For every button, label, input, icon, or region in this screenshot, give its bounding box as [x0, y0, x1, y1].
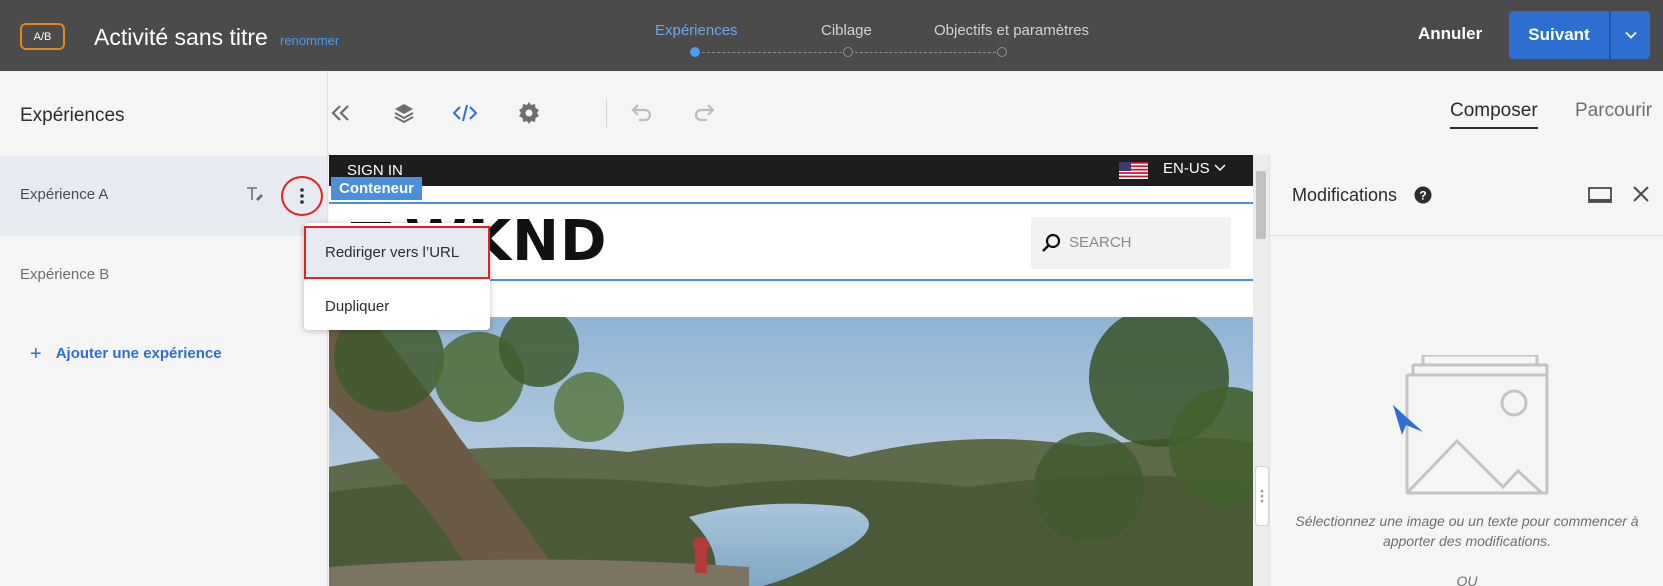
- site-utility-bar: SIGN IN EN-US: [329, 155, 1253, 186]
- drag-handle-icon: [1260, 489, 1264, 503]
- site-search-box[interactable]: SEARCH: [1031, 217, 1231, 269]
- svg-text:?: ?: [1419, 189, 1426, 203]
- experiences-panel: Expériences Expérience A Expérience B + A…: [0, 71, 328, 586]
- chevron-down-icon: [1624, 31, 1637, 39]
- layers-icon[interactable]: [392, 101, 416, 125]
- panel-resize-handle[interactable]: [1255, 466, 1269, 526]
- tab-browse[interactable]: Parcourir: [1575, 100, 1652, 122]
- modifications-title: Modifications: [1292, 185, 1398, 205]
- experience-options-menu: Rediriger vers l’URL Dupliquer: [304, 223, 490, 330]
- container-tag: Conteneur: [331, 177, 422, 200]
- cancel-button[interactable]: Annuler: [1418, 24, 1482, 44]
- step-dot-experiences: [690, 47, 700, 57]
- code-icon[interactable]: [453, 101, 477, 125]
- menu-item-redirect-url[interactable]: Rediriger vers l’URL: [304, 226, 490, 279]
- settings-icon[interactable]: [517, 101, 541, 125]
- collapse-icon[interactable]: [329, 101, 353, 125]
- empty-state-hint: Sélectionnez une image ou un texte pour …: [1295, 513, 1639, 549]
- step-dot-targeting: [843, 47, 853, 57]
- empty-state-illustration: [1393, 355, 1549, 495]
- experience-label: Expérience B: [20, 266, 110, 283]
- search-icon: [1042, 233, 1061, 252]
- rename-link[interactable]: renommer: [280, 33, 339, 48]
- next-button[interactable]: Suivant: [1509, 11, 1609, 59]
- top-bar: A/B Activité sans titre renommer Expérie…: [0, 0, 1663, 71]
- chevron-down-icon: [1214, 164, 1226, 172]
- step-connector: [702, 52, 842, 53]
- help-icon[interactable]: ?: [1414, 186, 1432, 204]
- hero-image[interactable]: [329, 317, 1253, 586]
- workflow-stepper: Expériences Ciblage Objectifs et paramèt…: [640, 0, 1110, 71]
- redo-icon[interactable]: [692, 101, 716, 125]
- ab-activity-badge: A/B: [20, 23, 65, 50]
- empty-state-or: OU: [1456, 573, 1478, 586]
- tab-compose[interactable]: Composer: [1450, 100, 1538, 129]
- text-edit-icon[interactable]: [246, 186, 264, 202]
- modifications-panel: Modifications ? Sélectionnez une image o…: [1269, 155, 1663, 586]
- search-placeholder: SEARCH: [1069, 234, 1132, 251]
- device-preview-icon[interactable]: [1588, 187, 1612, 205]
- language-selector[interactable]: EN-US: [1163, 160, 1210, 177]
- activity-title: Activité sans titre: [94, 24, 268, 50]
- step-connector: [855, 52, 996, 53]
- more-options-button[interactable]: [281, 176, 323, 216]
- add-experience-button[interactable]: + Ajouter une expérience: [30, 343, 222, 366]
- next-dropdown-button[interactable]: [1610, 11, 1650, 59]
- page-preview[interactable]: SIGN IN EN-US Conteneur WKND SEARCH: [329, 155, 1253, 586]
- panel-divider: [1270, 235, 1663, 236]
- undo-icon[interactable]: [630, 101, 654, 125]
- close-icon[interactable]: [1632, 185, 1650, 203]
- step-goals-settings[interactable]: Objectifs et paramètres: [934, 22, 1089, 39]
- toolbar-separator: [606, 99, 607, 127]
- experience-row-a[interactable]: Expérience A: [0, 156, 327, 236]
- plus-icon: +: [30, 343, 42, 365]
- experience-label: Expérience A: [20, 186, 109, 203]
- us-flag-icon: [1119, 162, 1148, 179]
- add-experience-label: Ajouter une expérience: [55, 345, 222, 362]
- experiences-panel-title: Expériences: [20, 105, 125, 126]
- step-targeting[interactable]: Ciblage: [821, 22, 872, 39]
- more-vertical-icon: [300, 188, 304, 204]
- editor-toolbar: Composer Parcourir: [329, 71, 1663, 155]
- step-dot-goals: [997, 47, 1007, 57]
- menu-item-duplicate[interactable]: Dupliquer: [304, 281, 490, 331]
- experience-row-b[interactable]: Expérience B: [0, 236, 327, 316]
- step-experiences[interactable]: Expériences: [655, 22, 738, 39]
- scrollbar-thumb[interactable]: [1256, 171, 1266, 239]
